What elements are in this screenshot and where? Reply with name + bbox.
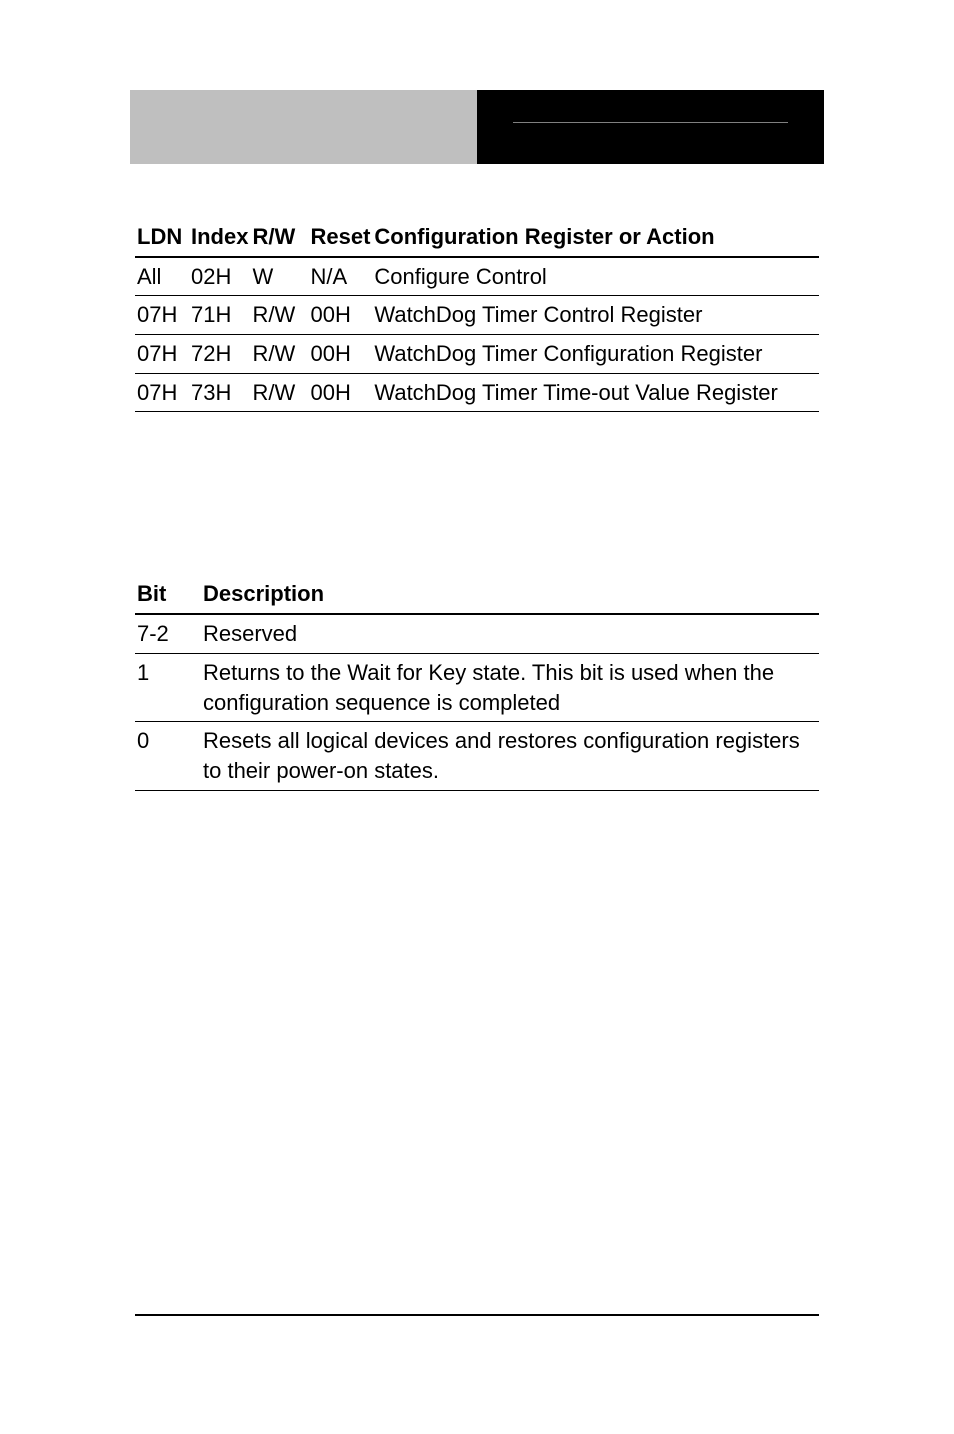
header-bar bbox=[130, 90, 824, 164]
cell-rw: R/W bbox=[250, 373, 308, 412]
cell-bit: 0 bbox=[135, 722, 201, 790]
cell-desc: Configure Control bbox=[372, 257, 819, 296]
cell-desc: Reserved bbox=[201, 614, 819, 653]
table-row: 0 Resets all logical devices and restore… bbox=[135, 722, 819, 790]
cell-ldn: 07H bbox=[135, 296, 189, 335]
bit-table-header-row: Bit Description bbox=[135, 577, 819, 614]
table-row: 1 Returns to the Wait for Key state. Thi… bbox=[135, 653, 819, 721]
cell-desc: Returns to the Wait for Key state. This … bbox=[201, 653, 819, 721]
cell-rw: W bbox=[250, 257, 308, 296]
cell-rw: R/W bbox=[250, 296, 308, 335]
bit-description-table: Bit Description 7-2 Reserved 1 Returns t… bbox=[135, 577, 819, 790]
col-header-reset: Reset bbox=[308, 220, 372, 257]
register-table-header-row: LDN Index R/W Reset Configuration Regist… bbox=[135, 220, 819, 257]
cell-index: 71H bbox=[189, 296, 250, 335]
cell-reset: 00H bbox=[308, 296, 372, 335]
cell-desc: Resets all logical devices and restores … bbox=[201, 722, 819, 790]
col-header-rw: R/W bbox=[250, 220, 308, 257]
cell-ldn: 07H bbox=[135, 373, 189, 412]
cell-desc: WatchDog Timer Control Register bbox=[372, 296, 819, 335]
col-header-desc: Description bbox=[201, 577, 819, 614]
cell-ldn: All bbox=[135, 257, 189, 296]
cell-bit: 7-2 bbox=[135, 614, 201, 653]
header-bar-right bbox=[477, 90, 824, 164]
cell-reset: 00H bbox=[308, 335, 372, 374]
cell-index: 02H bbox=[189, 257, 250, 296]
cell-reset: N/A bbox=[308, 257, 372, 296]
content-area: LDN Index R/W Reset Configuration Regist… bbox=[135, 220, 819, 791]
cell-desc: WatchDog Timer Time-out Value Register bbox=[372, 373, 819, 412]
cell-desc: WatchDog Timer Configuration Register bbox=[372, 335, 819, 374]
register-table: LDN Index R/W Reset Configuration Regist… bbox=[135, 220, 819, 412]
table-row: 7-2 Reserved bbox=[135, 614, 819, 653]
table-row: 07H 73H R/W 00H WatchDog Timer Time-out … bbox=[135, 373, 819, 412]
header-bar-left bbox=[130, 90, 477, 164]
cell-ldn: 07H bbox=[135, 335, 189, 374]
cell-rw: R/W bbox=[250, 335, 308, 374]
table-row: 07H 71H R/W 00H WatchDog Timer Control R… bbox=[135, 296, 819, 335]
footer-divider bbox=[135, 1314, 819, 1316]
table-row: 07H 72H R/W 00H WatchDog Timer Configura… bbox=[135, 335, 819, 374]
table-row: All 02H W N/A Configure Control bbox=[135, 257, 819, 296]
cell-bit: 1 bbox=[135, 653, 201, 721]
col-header-desc: Configuration Register or Action bbox=[372, 220, 819, 257]
cell-index: 73H bbox=[189, 373, 250, 412]
page: LDN Index R/W Reset Configuration Regist… bbox=[0, 0, 954, 1434]
col-header-ldn: LDN bbox=[135, 220, 189, 257]
col-header-bit: Bit bbox=[135, 577, 201, 614]
cell-index: 72H bbox=[189, 335, 250, 374]
col-header-index: Index bbox=[189, 220, 250, 257]
cell-reset: 00H bbox=[308, 373, 372, 412]
